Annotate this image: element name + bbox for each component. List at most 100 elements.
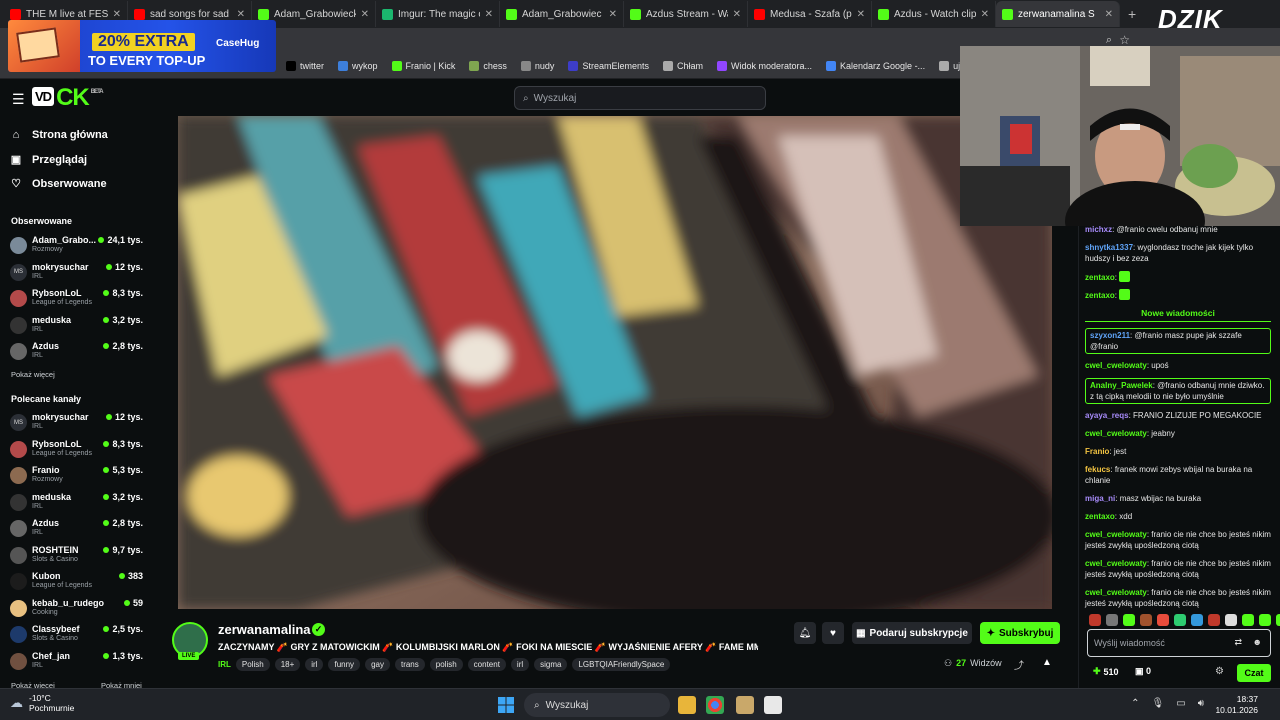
sidebar-channel[interactable]: Azdus IRL 2,8 tys.: [10, 517, 146, 543]
video-player[interactable]: [178, 116, 1052, 609]
sidebar-channel[interactable]: RybsonLoL League of Legends 8,3 tys.: [10, 287, 146, 313]
close-icon[interactable]: ✕: [609, 9, 617, 20]
chat-username[interactable]: fekucs: [1085, 465, 1110, 474]
network-icon[interactable]: ▭: [1176, 698, 1185, 709]
chevron-up-icon[interactable]: ⌃: [1131, 698, 1139, 709]
close-icon[interactable]: ✕: [237, 9, 245, 20]
emote-icon[interactable]: [1106, 614, 1118, 626]
windows-start-icon[interactable]: [498, 697, 514, 713]
sidebar-channel[interactable]: meduska IRL 3,2 tys.: [10, 314, 146, 340]
chat-settings-gear-icon[interactable]: ⚙: [1215, 666, 1224, 677]
stream-tag[interactable]: Polish: [235, 658, 270, 671]
show-more-followed[interactable]: Pokaż więcej: [11, 370, 55, 379]
chat-username[interactable]: cwel_cwelowaty: [1085, 429, 1147, 438]
close-icon[interactable]: ✕: [113, 9, 121, 20]
close-icon[interactable]: ✕: [857, 9, 865, 20]
nav-following[interactable]: ♡ Obserwowane: [10, 177, 107, 191]
report-warning-icon[interactable]: ▲: [1042, 657, 1052, 668]
chat-username[interactable]: cwel_cwelowaty: [1085, 588, 1147, 597]
stream-category[interactable]: IRL: [218, 660, 231, 669]
browser-tab[interactable]: Azdus - Watch clips o ✕: [872, 1, 996, 27]
taskbar-search[interactable]: ⌕ Wyszukaj: [524, 693, 670, 717]
sidebar-channel[interactable]: meduska IRL 3,2 tys.: [10, 491, 146, 517]
sidebar-channel[interactable]: Franio Rozmowy 5,3 tys.: [10, 464, 146, 490]
chat-username[interactable]: Franio: [1085, 447, 1109, 456]
sidebar-channel[interactable]: kebab_u_rudego Cooking 59: [10, 597, 146, 623]
chat-username[interactable]: shnytka1337: [1085, 243, 1133, 252]
emote-icon[interactable]: [1276, 614, 1280, 626]
chat-username[interactable]: zentaxo: [1085, 291, 1115, 300]
chevron-down-icon[interactable]: ⌄: [752, 640, 760, 651]
bookmark-item[interactable]: Franio | Kick: [391, 61, 455, 71]
app-icon[interactable]: [736, 696, 754, 714]
volume-icon[interactable]: 🔊︎: [1198, 698, 1204, 709]
bookmark-item[interactable]: chess: [469, 61, 507, 71]
chat-message-input[interactable]: Wyślij wiadomość ⇄ ☻: [1087, 629, 1271, 657]
nav-browse[interactable]: ▣ Przeglądaj: [10, 153, 87, 167]
search-input[interactable]: ⌕ Wyszukaj: [514, 86, 766, 110]
emote-icon[interactable]: [1259, 614, 1271, 626]
emote-icon[interactable]: [1174, 614, 1186, 626]
emote-icon[interactable]: [1242, 614, 1254, 626]
close-icon[interactable]: ✕: [485, 9, 493, 20]
hamburger-menu-icon[interactable]: ☰: [12, 91, 25, 108]
browser-tab[interactable]: Azdus Stream - Watc ✕: [624, 1, 748, 27]
chat-send-button[interactable]: Czat: [1237, 664, 1271, 682]
sidebar-channel[interactable]: ROSHTEIN Slots & Casino 9,7 tys.: [10, 544, 146, 570]
nav-home[interactable]: ⌂ Strona główna: [10, 129, 108, 141]
sidebar-channel[interactable]: RybsonLoL League of Legends 8,3 tys.: [10, 438, 146, 464]
close-icon[interactable]: ✕: [733, 9, 741, 20]
new-tab-button[interactable]: +: [1120, 6, 1144, 22]
sidebar-channel[interactable]: Azdus IRL 2,8 tys.: [10, 340, 146, 366]
stream-tag[interactable]: irl: [510, 658, 530, 671]
close-icon[interactable]: ✕: [1105, 9, 1113, 20]
bookmark-star-icon[interactable]: ☆: [1119, 33, 1130, 47]
browser-tab[interactable]: Imgur: The magic of t ✕: [376, 1, 500, 27]
bookmark-item[interactable]: Widok moderatora...: [716, 61, 812, 71]
gift-subscription-button[interactable]: ▦ Podaruj subskrypcje: [852, 622, 972, 644]
sidebar-channel[interactable]: Kubon League of Legends 383: [10, 570, 146, 596]
emote-icon[interactable]: [1157, 614, 1169, 626]
stream-tag[interactable]: polish: [429, 658, 463, 671]
clock[interactable]: 18:37 10.01.2026: [1215, 694, 1258, 716]
emote-icon[interactable]: [1225, 614, 1237, 626]
close-icon[interactable]: ✕: [361, 9, 369, 20]
stream-tag[interactable]: 18+: [274, 658, 301, 671]
sidebar-channel[interactable]: Adam_Grabo... Rozmowy 24,1 tys.: [10, 234, 146, 260]
share-icon[interactable]: ⤴: [1014, 657, 1024, 672]
sidebar-channel[interactable]: Classybeef Slots & Casino 2,5 tys.: [10, 623, 146, 649]
chat-username[interactable]: cwel_cwelowaty: [1085, 530, 1147, 539]
bookmark-item[interactable]: Chłam: [662, 61, 703, 71]
emote-icon[interactable]: [1208, 614, 1220, 626]
browser-tab[interactable]: Medusa - Szafa (prod ✕: [748, 1, 872, 27]
streamer-name[interactable]: zerwanamalina: [218, 622, 311, 637]
gift-counter[interactable]: ▣ 0: [1135, 666, 1151, 677]
sidebar-channel[interactable]: Chef_jan IRL 1,3 tys.: [10, 650, 146, 676]
subscribe-button[interactable]: ✦ Subskrybuj: [980, 622, 1060, 644]
bookmark-item[interactable]: nudy: [520, 61, 554, 71]
chat-username[interactable]: cwel_cwelowaty: [1085, 361, 1147, 370]
bookmark-item[interactable]: twitter: [286, 61, 324, 71]
sidebar-channel[interactable]: MS mokrysuchar IRL 12 tys.: [10, 411, 146, 437]
emote-picker-icon[interactable]: ☻: [1253, 637, 1262, 647]
follow-heart-button[interactable]: ♥: [822, 622, 844, 644]
stream-tag[interactable]: content: [467, 658, 506, 671]
casehug-ad-banner[interactable]: 20% EXTRA TO EVERY TOP-UP CaseHug: [8, 20, 276, 72]
chat-username[interactable]: Analny_Pawelek: [1090, 381, 1153, 390]
chat-username[interactable]: michxz: [1085, 225, 1112, 234]
stream-tag[interactable]: gay: [365, 658, 390, 671]
kick-logo[interactable]: VD CK BETA: [32, 84, 104, 112]
stream-tag[interactable]: LGBTQIAFriendlySpace: [572, 658, 671, 671]
translate-icon[interactable]: ⇄: [1234, 637, 1242, 648]
close-icon[interactable]: ✕: [981, 9, 989, 20]
emote-icon[interactable]: [1140, 614, 1152, 626]
bookmark-item[interactable]: wykop: [338, 61, 378, 71]
weather-widget[interactable]: ☁ -10°C Pochmurnie: [10, 693, 74, 713]
chat-username[interactable]: miga_ni: [1085, 494, 1115, 503]
notification-bell-button[interactable]: 🔔︎: [794, 622, 816, 644]
app-window-icon[interactable]: [764, 696, 782, 714]
stream-tag[interactable]: trans: [394, 658, 425, 671]
emote-icon[interactable]: [1089, 614, 1101, 626]
chat-username[interactable]: ayaya_reqs: [1085, 411, 1129, 420]
sidebar-channel[interactable]: MS mokrysuchar IRL 12 tys.: [10, 261, 146, 287]
